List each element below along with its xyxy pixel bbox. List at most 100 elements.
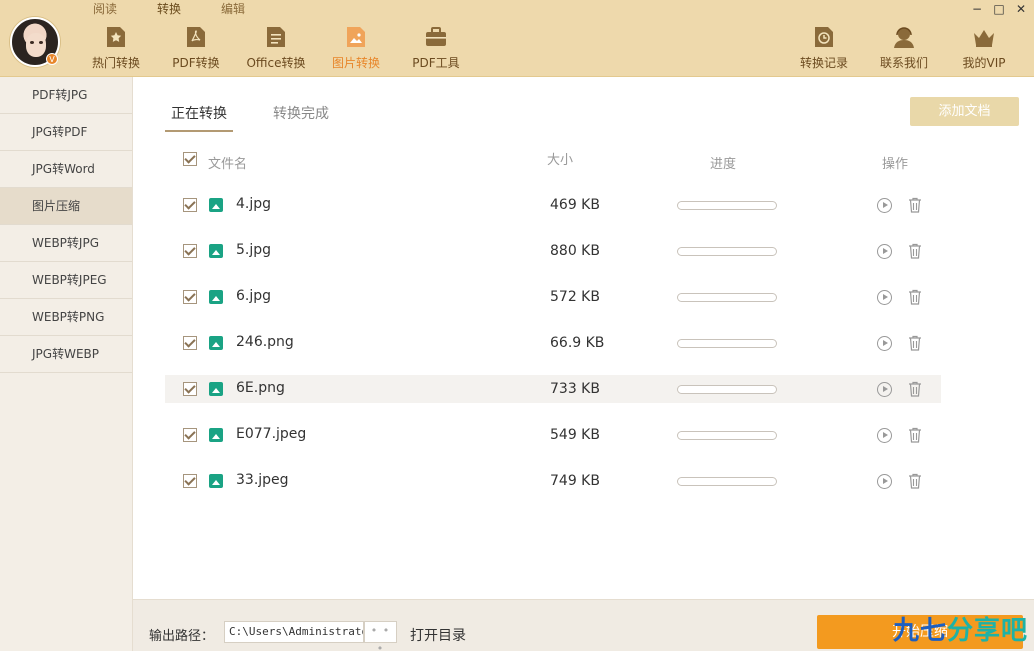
nav-label: 我的VIP — [962, 56, 1006, 70]
table-row[interactable]: 4.jpg 469 KB — [165, 191, 941, 237]
table-row[interactable]: 6.jpg 572 KB — [165, 283, 941, 329]
row-checkbox[interactable] — [183, 474, 197, 488]
file-name: 6E.png — [236, 380, 285, 396]
status-tabs: 正在转换 转换完成 — [165, 103, 335, 132]
play-icon[interactable] — [877, 428, 892, 443]
nav-label: 图片转换 — [331, 56, 380, 70]
nav-label: 转换记录 — [799, 56, 848, 70]
trash-icon[interactable] — [908, 473, 922, 489]
progress-bar — [677, 247, 777, 256]
table-row[interactable]: E077.jpeg 549 KB — [165, 421, 941, 467]
watermark-logo: 九七分享吧 — [893, 610, 1028, 647]
minimize-icon[interactable]: − — [970, 2, 984, 16]
file-name: 6.jpg — [236, 288, 272, 304]
file-name: 246.png — [236, 334, 294, 350]
window-controls: − □ ✕ — [970, 2, 1028, 16]
image-file-icon — [209, 244, 223, 258]
output-path-field[interactable]: C:\Users\Administrator — [224, 621, 364, 643]
play-icon[interactable] — [877, 244, 892, 259]
office-doc-icon — [267, 27, 285, 47]
nav-pdf-tools[interactable]: PDF工具 — [396, 24, 476, 74]
file-size: 880 KB — [550, 243, 600, 259]
play-icon[interactable] — [877, 336, 892, 351]
sidebar-item-jpg-to-webp[interactable]: JPG转WEBP — [0, 336, 132, 373]
image-file-icon — [209, 198, 223, 212]
nav-office-convert[interactable]: Office转换 — [236, 24, 316, 74]
tab-convert[interactable]: 转换 — [136, 0, 202, 18]
tab-in-progress[interactable]: 正在转换 — [165, 103, 233, 132]
table-row[interactable]: 5.jpg 880 KB — [165, 237, 941, 283]
sidebar-item-pdf-to-jpg[interactable]: PDF转JPG — [0, 77, 132, 114]
add-document-button[interactable]: 添加文档 — [910, 97, 1019, 126]
play-icon[interactable] — [877, 474, 892, 489]
trash-icon[interactable] — [908, 289, 922, 305]
table-row[interactable]: 246.png 66.9 KB — [165, 329, 941, 375]
output-path-label: 输出路径： — [149, 629, 215, 644]
crown-icon — [974, 30, 994, 47]
trash-icon[interactable] — [908, 427, 922, 443]
nav-vip[interactable]: 我的VIP — [944, 24, 1024, 74]
header-progress: 进度 — [710, 157, 737, 172]
mode-tabs: 阅读 转换 编辑 — [72, 0, 264, 18]
toolbox-icon — [426, 27, 446, 46]
progress-bar — [677, 431, 777, 440]
browse-button[interactable]: • • • — [364, 621, 397, 651]
row-checkbox[interactable] — [183, 290, 197, 304]
sidebar-item-jpg-to-pdf[interactable]: JPG转PDF — [0, 114, 132, 151]
trash-icon[interactable] — [908, 197, 922, 213]
tab-read[interactable]: 阅读 — [72, 0, 138, 18]
nav-label: 热门转换 — [91, 56, 140, 70]
trash-icon[interactable] — [908, 381, 922, 397]
table-row[interactable]: 6E.png 733 KB — [165, 375, 941, 421]
nav-hot-convert[interactable]: 热门转换 — [76, 24, 156, 74]
trash-icon[interactable] — [908, 335, 922, 351]
select-all-checkbox[interactable] — [183, 152, 197, 166]
header-ops: 操作 — [882, 157, 909, 172]
file-size: 549 KB — [550, 427, 600, 443]
image-doc-icon — [347, 27, 365, 47]
table-row[interactable]: 33.jpeg 749 KB — [165, 467, 941, 513]
sidebar-item-webp-to-jpg[interactable]: WEBP转JPG — [0, 225, 132, 262]
header-filename: 文件名 — [208, 157, 248, 172]
nav-pdf-convert[interactable]: PDF转换 — [156, 24, 236, 74]
row-checkbox[interactable] — [183, 428, 197, 442]
nav-history[interactable]: 转换记录 — [784, 24, 864, 74]
play-icon[interactable] — [877, 198, 892, 213]
image-file-icon — [209, 382, 223, 396]
sidebar-item-webp-to-jpeg[interactable]: WEBP转JPEG — [0, 262, 132, 299]
top-bar: V 阅读 转换 编辑 热门转换 PDF转换 Office转换 图片转换 PDF工… — [0, 0, 1034, 77]
nav-image-convert[interactable]: 图片转换 — [316, 24, 396, 74]
maximize-icon[interactable]: □ — [992, 2, 1006, 16]
image-file-icon — [209, 428, 223, 442]
file-size: 572 KB — [550, 289, 600, 305]
sidebar-item-webp-to-png[interactable]: WEBP转PNG — [0, 299, 132, 336]
nav-contact[interactable]: 联系我们 — [864, 24, 944, 74]
close-icon[interactable]: ✕ — [1014, 2, 1028, 16]
nav-label: PDF工具 — [412, 56, 460, 70]
image-file-icon — [209, 290, 223, 304]
sidebar-item-jpg-to-word[interactable]: JPG转Word — [0, 151, 132, 188]
footer-bar: 输出路径： C:\Users\Administrator • • • 打开目录 … — [133, 599, 1034, 651]
file-name: 5.jpg — [236, 242, 272, 258]
tab-completed[interactable]: 转换完成 — [267, 103, 335, 132]
history-icon — [815, 27, 833, 47]
row-checkbox[interactable] — [183, 244, 197, 258]
play-icon[interactable] — [877, 290, 892, 305]
file-size: 469 KB — [550, 197, 600, 213]
star-doc-icon — [107, 27, 125, 47]
nav-label: Office转换 — [246, 56, 306, 70]
table-header: 文件名 大小 进度 操作 — [165, 152, 941, 175]
trash-icon[interactable] — [908, 243, 922, 259]
file-name: 33.jpeg — [236, 472, 289, 488]
file-name: 4.jpg — [236, 196, 272, 212]
tab-edit[interactable]: 编辑 — [200, 0, 266, 18]
play-icon[interactable] — [877, 382, 892, 397]
sidebar-item-image-compress[interactable]: 图片压缩 — [0, 188, 132, 225]
progress-bar — [677, 293, 777, 302]
open-directory-link[interactable]: 打开目录 — [410, 625, 466, 645]
row-checkbox[interactable] — [183, 382, 197, 396]
vip-badge: V — [46, 53, 58, 65]
row-checkbox[interactable] — [183, 336, 197, 350]
image-file-icon — [209, 336, 223, 350]
row-checkbox[interactable] — [183, 198, 197, 212]
